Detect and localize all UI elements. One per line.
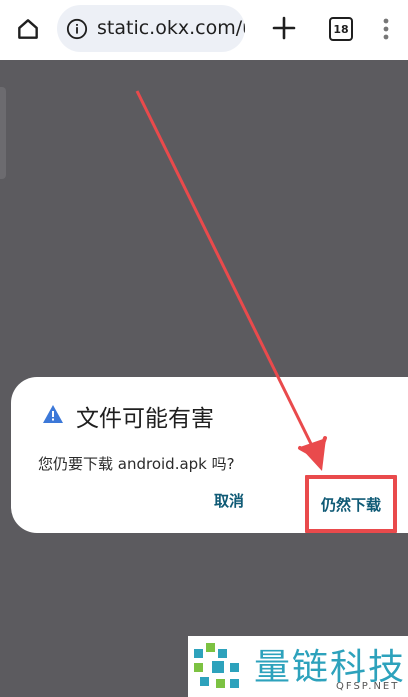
watermark-domain: QFSP.NET (336, 681, 400, 692)
site-info-icon[interactable] (66, 18, 88, 40)
warning-icon (43, 405, 63, 423)
address-bar[interactable]: static.okx.com/u (57, 5, 245, 52)
new-tab-button[interactable] (268, 12, 300, 44)
more-options-icon[interactable] (376, 12, 396, 46)
tab-switcher-button[interactable]: 18 (329, 17, 353, 41)
tab-count: 18 (333, 22, 349, 36)
cancel-button[interactable]: 取消 (214, 490, 244, 511)
download-warning-dialog: 文件可能有害 您仍要下载 android.apk 吗? 取消 仍然下载 (11, 377, 408, 533)
dialog-message: 您仍要下载 android.apk 吗? (38, 455, 235, 473)
download-anyway-label: 仍然下载 (320, 495, 381, 514)
url-text: static.okx.com/u (97, 17, 245, 39)
watermark: 量链科技 QFSP.NET (188, 636, 408, 697)
edge-handle[interactable] (0, 87, 6, 179)
download-anyway-button[interactable]: 仍然下载 (305, 475, 397, 533)
brand-logo-icon (194, 643, 239, 688)
browser-toolbar: static.okx.com/u 18 (0, 0, 408, 60)
home-button[interactable] (12, 13, 44, 45)
dialog-title: 文件可能有害 (76, 406, 214, 432)
home-icon (18, 19, 38, 39)
